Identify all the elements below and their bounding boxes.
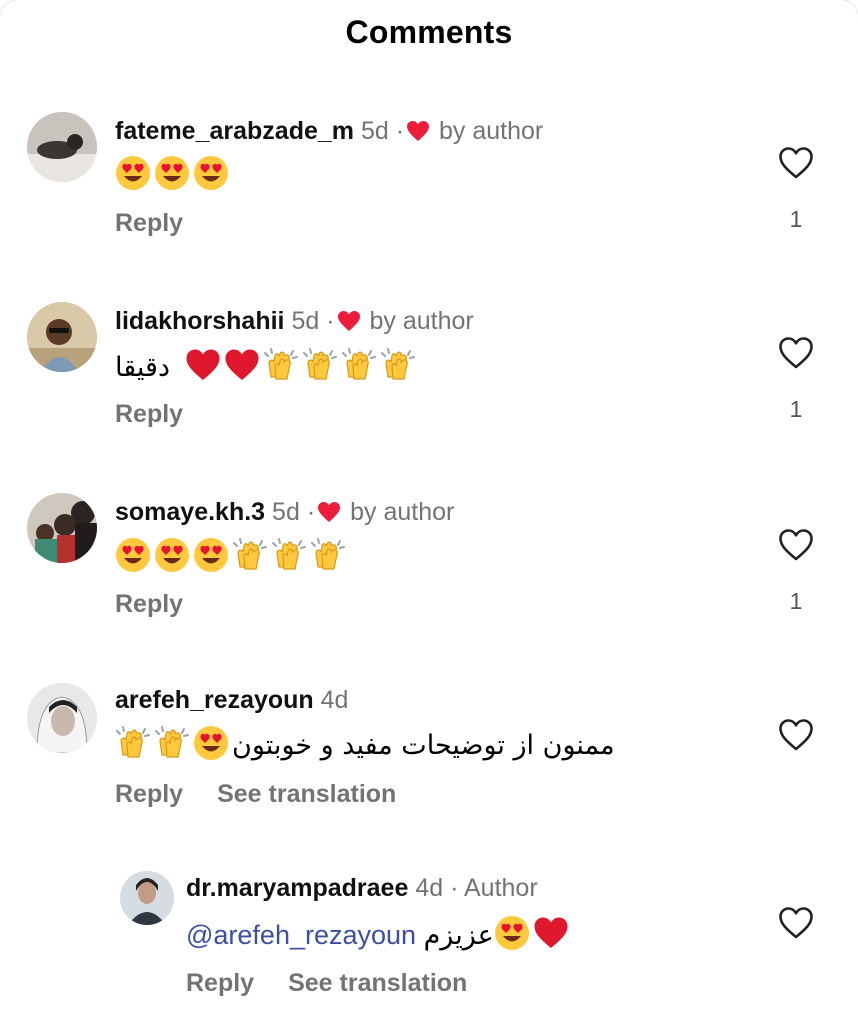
comment-body: دقیقا xyxy=(115,352,170,383)
separator-dot: · xyxy=(326,307,335,335)
reply-item: dr.maryampadraee 4d · Author @arefeh_rez… xyxy=(0,871,858,1021)
clapping-hands-emoji xyxy=(271,537,307,573)
username[interactable]: fateme_arabzade_m xyxy=(115,117,354,145)
separator-dot: · xyxy=(450,874,459,902)
liked-by-author-label: by author xyxy=(369,307,474,335)
separator-dot: · xyxy=(306,498,316,526)
clapping-hands-emoji xyxy=(302,347,338,383)
avatar[interactable] xyxy=(120,871,174,925)
like-count: 1 xyxy=(789,588,803,614)
reply-button[interactable]: Reply xyxy=(186,969,254,997)
comment-meta: dr.maryampadraee 4d · Author xyxy=(186,873,538,903)
comment-text: @arefeh_rezayoun عزیزم xyxy=(186,915,572,956)
comment-item: lidakhorshahii 5d · by author دقیقا Repl… xyxy=(0,302,858,452)
separator-dot: · xyxy=(395,117,405,145)
like-button[interactable] xyxy=(778,906,814,940)
comment-body: ممنون از توضیحات مفید و خوبتون xyxy=(232,730,615,761)
comment-body: عزیزم xyxy=(423,920,494,951)
comment-text xyxy=(115,155,232,195)
comment-text: ممنون از توضیحات مفید و خوبتون xyxy=(115,725,615,766)
red-heart-emoji xyxy=(224,347,260,383)
timestamp: 5d xyxy=(360,117,389,145)
heart-eyes-emoji xyxy=(193,725,229,761)
page-title: Comments xyxy=(345,14,513,50)
clapping-hands-emoji xyxy=(263,347,299,383)
liked-by-author-label: by author xyxy=(439,117,544,145)
comment-item: fateme_arabzade_m 5d · by author Reply 1 xyxy=(0,112,858,262)
username[interactable]: lidakhorshahii xyxy=(115,307,284,335)
username[interactable]: arefeh_rezayoun xyxy=(115,686,314,714)
heart-eyes-emoji xyxy=(193,155,229,191)
like-count: 1 xyxy=(789,206,803,232)
heart-outline-icon xyxy=(779,719,813,751)
like-button[interactable] xyxy=(778,336,814,370)
comment-actions: Reply xyxy=(115,209,217,238)
heart-eyes-emoji xyxy=(115,155,151,191)
clapping-hands-emoji xyxy=(341,347,377,383)
clapping-hands-emoji xyxy=(154,725,190,761)
like-button[interactable] xyxy=(778,146,814,180)
like-count: 1 xyxy=(789,396,803,422)
comment-actions: Reply See translation xyxy=(186,969,501,998)
comments-sheet: Comments fateme_arabzade_m 5d · by autho… xyxy=(0,0,858,1024)
comment-item: somaye.kh.3 5d · by author Reply 1 xyxy=(0,493,858,643)
author-badge: Author xyxy=(463,874,538,902)
heart-eyes-emoji xyxy=(494,915,530,951)
comment-actions: Reply xyxy=(115,400,217,429)
author-liked-heart-icon xyxy=(337,311,360,331)
reply-button[interactable]: Reply xyxy=(115,780,183,808)
heart-eyes-emoji xyxy=(193,537,229,573)
comment-actions: Reply See translation xyxy=(115,780,430,809)
author-liked-heart-icon xyxy=(318,502,341,522)
comment-meta: fateme_arabzade_m 5d · by author xyxy=(115,116,543,146)
see-translation-button[interactable]: See translation xyxy=(288,969,467,997)
mention-link[interactable]: @arefeh_rezayoun xyxy=(186,920,416,950)
timestamp: 5d xyxy=(291,307,320,335)
clapping-hands-emoji xyxy=(310,537,346,573)
username[interactable]: dr.maryampadraee xyxy=(186,874,408,902)
red-heart-emoji xyxy=(533,915,569,951)
username[interactable]: somaye.kh.3 xyxy=(115,498,265,526)
clapping-hands-emoji xyxy=(232,537,268,573)
clapping-hands-emoji xyxy=(380,347,416,383)
heart-eyes-emoji xyxy=(154,155,190,191)
heart-outline-icon xyxy=(779,337,813,369)
red-heart-emoji xyxy=(185,347,221,383)
avatar[interactable] xyxy=(27,112,97,182)
comment-text xyxy=(115,537,349,577)
reply-button[interactable]: Reply xyxy=(115,209,183,237)
avatar[interactable] xyxy=(27,493,97,563)
see-translation-button[interactable]: See translation xyxy=(217,780,396,808)
heart-outline-icon xyxy=(779,907,813,939)
heart-eyes-emoji xyxy=(115,537,151,573)
comment-meta: somaye.kh.3 5d · by author xyxy=(115,497,454,527)
author-liked-heart-icon xyxy=(407,121,430,141)
avatar[interactable] xyxy=(27,683,97,753)
liked-by-author-label: by author xyxy=(350,498,455,526)
timestamp: 5d xyxy=(272,498,300,526)
reply-button[interactable]: Reply xyxy=(115,400,183,428)
timestamp: 4d xyxy=(320,686,349,714)
comment-item: arefeh_rezayoun 4d ممنون از توضیحات مفید… xyxy=(0,683,858,833)
like-button[interactable] xyxy=(778,718,814,752)
clapping-hands-emoji xyxy=(115,725,151,761)
comment-meta: arefeh_rezayoun 4d xyxy=(115,685,348,715)
heart-outline-icon xyxy=(779,529,813,561)
timestamp: 4d xyxy=(415,874,444,902)
reply-button[interactable]: Reply xyxy=(115,590,183,618)
avatar[interactable] xyxy=(27,302,97,372)
comment-actions: Reply xyxy=(115,590,217,619)
heart-eyes-emoji xyxy=(154,537,190,573)
comment-meta: lidakhorshahii 5d · by author xyxy=(115,306,474,336)
heart-outline-icon xyxy=(779,147,813,179)
like-button[interactable] xyxy=(778,528,814,562)
comment-text: دقیقا xyxy=(115,347,419,388)
